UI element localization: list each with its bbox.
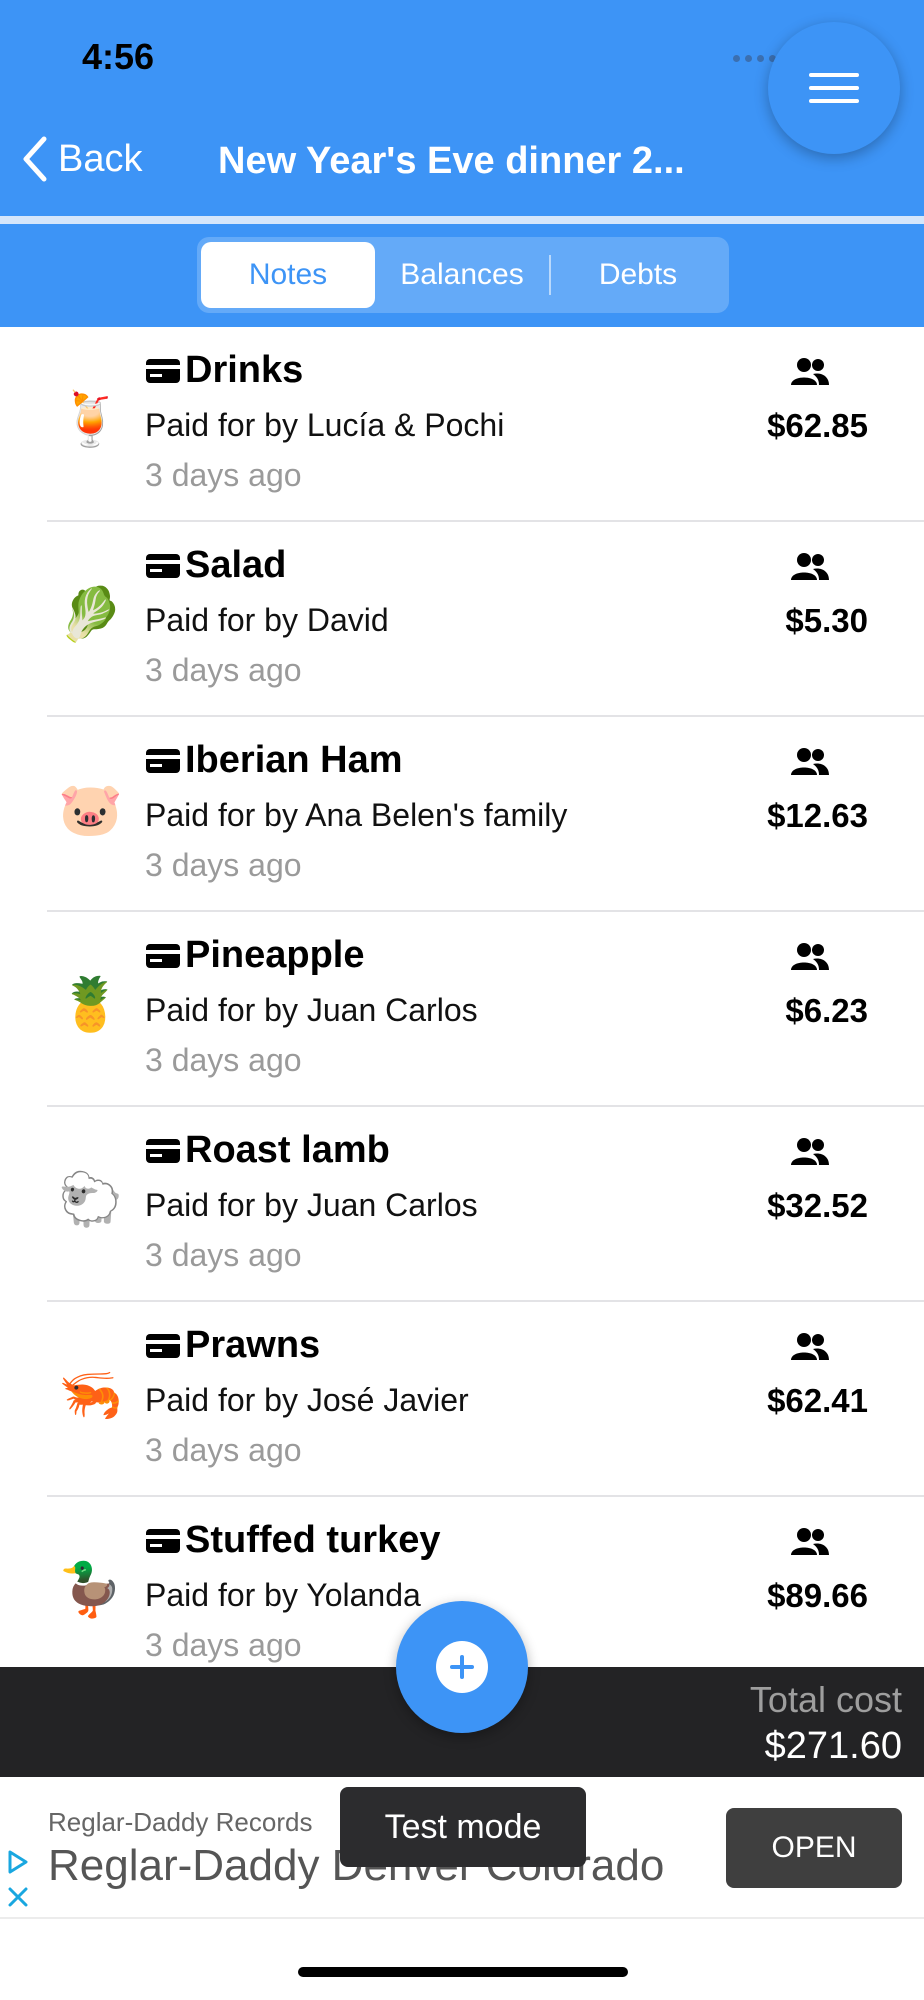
list-item[interactable]: 🐑 Roast lamb Paid for by Juan Carlos 3 d…	[0, 1107, 924, 1302]
note-amount: $62.85	[767, 407, 868, 444]
note-title: Prawns	[185, 1324, 321, 1366]
back-label: Back	[58, 137, 143, 180]
cocktail-icon: 🍹	[58, 391, 123, 449]
note-payer: Paid for by Yolanda	[145, 1577, 421, 1613]
total-label: Total cost	[749, 1679, 902, 1720]
signal-icon	[733, 54, 776, 62]
people-icon	[791, 553, 829, 580]
note-payer: Paid for by José Javier	[145, 1382, 469, 1418]
note-amount: $32.52	[767, 1187, 868, 1224]
hamburger-icon	[809, 73, 859, 103]
segmented-control: Notes Balances Debts	[197, 237, 729, 313]
people-icon	[791, 748, 829, 775]
test-mode-badge: Test mode	[340, 1787, 586, 1867]
list-item[interactable]: 🐷 Iberian Ham Paid for by Ana Belen's fa…	[0, 717, 924, 912]
app-header: 4:56 Back New Year's Eve dinner 2...	[0, 0, 924, 216]
sheep-icon: 🐑	[58, 1171, 123, 1229]
credit-card-icon	[146, 358, 180, 383]
people-icon	[791, 1333, 829, 1360]
close-icon[interactable]	[6, 1885, 30, 1909]
credit-card-icon	[146, 943, 180, 968]
note-title: Pineapple	[185, 934, 365, 976]
note-amount: $6.23	[785, 992, 868, 1029]
note-payer: Paid for by David	[145, 602, 389, 638]
note-payer: Paid for by Juan Carlos	[145, 1187, 478, 1223]
status-time: 4:56	[82, 36, 155, 77]
list-item[interactable]: 🥬 Salad Paid for by David 3 days ago $5.…	[0, 522, 924, 717]
people-icon	[791, 1528, 829, 1555]
ad-open-button[interactable]: OPEN	[726, 1808, 902, 1888]
note-title: Iberian Ham	[185, 739, 403, 781]
people-icon	[791, 943, 829, 970]
total-value: $271.60	[764, 1725, 902, 1767]
page-title: New Year's Eve dinner 2...	[218, 140, 685, 182]
ad-advertiser: Reglar-Daddy Records	[48, 1807, 313, 1837]
note-time: 3 days ago	[145, 457, 302, 493]
note-amount: $62.41	[767, 1382, 868, 1419]
people-icon	[791, 1138, 829, 1165]
tab-debts[interactable]: Debts	[551, 242, 725, 308]
lettuce-icon: 🥬	[58, 586, 123, 644]
list-item[interactable]: 🍍 Pineapple Paid for by Juan Carlos 3 da…	[0, 912, 924, 1107]
tab-notes[interactable]: Notes	[201, 242, 375, 308]
note-title: Roast lamb	[185, 1129, 390, 1171]
note-amount: $89.66	[767, 1577, 868, 1614]
back-button[interactable]: Back	[20, 135, 142, 183]
add-note-button[interactable]	[396, 1601, 528, 1733]
list-item[interactable]: 🦐 Prawns Paid for by José Javier 3 days …	[0, 1302, 924, 1497]
duck-icon: 🦆	[58, 1561, 123, 1619]
tab-bar: Notes Balances Debts	[0, 224, 924, 327]
note-amount: $5.30	[785, 602, 868, 639]
notes-list: 🍹 Drinks Paid for by Lucía & Pochi 3 day…	[0, 327, 924, 1692]
note-time: 3 days ago	[145, 1237, 302, 1273]
shrimp-icon: 🦐	[58, 1366, 123, 1424]
note-payer: Paid for by Ana Belen's family	[145, 797, 568, 833]
note-payer: Paid for by Juan Carlos	[145, 992, 478, 1028]
pineapple-icon: 🍍	[58, 976, 123, 1034]
menu-button[interactable]	[768, 22, 900, 154]
note-time: 3 days ago	[145, 1627, 302, 1663]
note-title: Salad	[185, 544, 287, 586]
pig-icon: 🐷	[58, 781, 123, 839]
note-time: 3 days ago	[145, 652, 302, 688]
note-payer: Paid for by Lucía & Pochi	[145, 407, 505, 443]
note-amount: $12.63	[767, 797, 868, 834]
credit-card-icon	[146, 1528, 180, 1553]
note-time: 3 days ago	[145, 847, 302, 883]
credit-card-icon	[146, 1333, 180, 1358]
tab-balances[interactable]: Balances	[375, 242, 549, 308]
chevron-left-icon	[23, 136, 47, 182]
credit-card-icon	[146, 553, 180, 578]
header-divider	[0, 216, 924, 224]
people-icon	[791, 358, 829, 385]
note-title: Drinks	[185, 349, 304, 391]
plus-icon	[450, 1655, 474, 1679]
ad-choices-icon[interactable]	[6, 1849, 30, 1875]
note-time: 3 days ago	[145, 1432, 302, 1468]
list-item[interactable]: 🍹 Drinks Paid for by Lucía & Pochi 3 day…	[0, 327, 924, 522]
home-indicator	[298, 1967, 628, 1977]
note-time: 3 days ago	[145, 1042, 302, 1078]
credit-card-icon	[146, 1138, 180, 1163]
note-title: Stuffed turkey	[185, 1519, 441, 1561]
credit-card-icon	[146, 748, 180, 773]
